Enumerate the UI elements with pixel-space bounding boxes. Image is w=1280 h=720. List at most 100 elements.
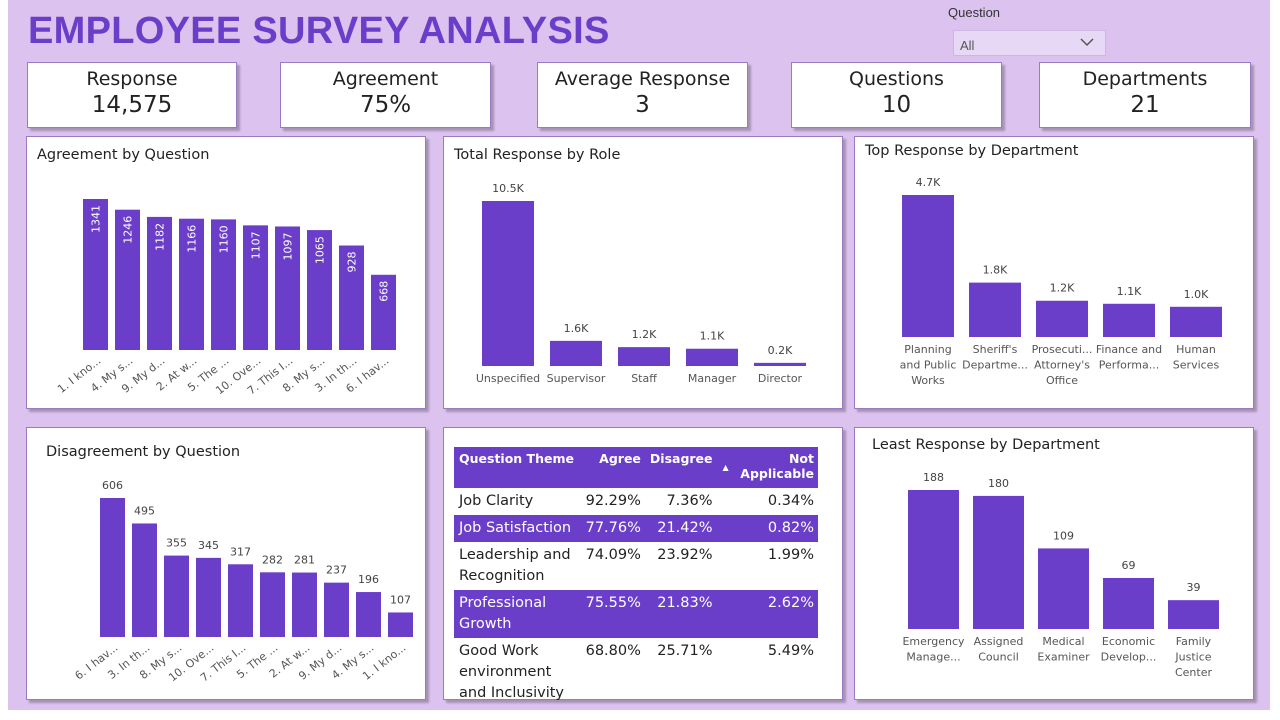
chevron-down-icon[interactable] bbox=[1079, 35, 1095, 52]
least-response-by-department-card: Least Response by Department 188 Emergenc… bbox=[854, 427, 1254, 700]
cell-disagree: 25.71% bbox=[657, 643, 713, 659]
cell-theme: Leadership and Recognition bbox=[459, 547, 571, 584]
bar-role[interactable] bbox=[618, 347, 670, 366]
category-label: Assigned Council bbox=[974, 635, 1024, 664]
data-label: 69 bbox=[1122, 559, 1136, 572]
kpi-label: Agreement bbox=[332, 68, 439, 90]
bar-disagree[interactable] bbox=[324, 582, 349, 637]
data-label: 0.2K bbox=[768, 344, 793, 357]
disagreement-by-question-chart: 6066. I hav...4953. In th...3558. My s..… bbox=[72, 479, 413, 684]
kpi-label: Questions bbox=[849, 68, 944, 90]
bar-role[interactable] bbox=[550, 340, 602, 366]
cell-theme: Good Work environment and Inclusivity bbox=[459, 643, 565, 701]
data-label: 1160 bbox=[218, 225, 231, 253]
table-row[interactable]: Job Satisfaction 77.76% 21.42% 0.82% bbox=[454, 515, 818, 542]
chart-title: Top Response by Department bbox=[865, 143, 1079, 159]
kpi-card-questions: Questions 10 bbox=[791, 62, 1002, 128]
data-label: 355 bbox=[166, 537, 187, 550]
data-label: 1246 bbox=[122, 216, 135, 244]
data-label: 928 bbox=[346, 252, 359, 273]
bar-leastdept[interactable] bbox=[1103, 577, 1154, 629]
bar-topdept[interactable] bbox=[1170, 306, 1222, 337]
kpi-card-departments: Departments 21 bbox=[1039, 62, 1251, 128]
column-header-not-applicable[interactable]: Not Applicable ▲ bbox=[716, 447, 818, 488]
bar-disagree[interactable] bbox=[228, 564, 253, 637]
data-label: 1.0K bbox=[1184, 288, 1209, 301]
cell-theme: Professional Growth bbox=[454, 590, 581, 638]
data-label: 1065 bbox=[314, 236, 327, 264]
bar-disagree[interactable] bbox=[196, 557, 221, 637]
cell-not-applicable: 5.49% bbox=[767, 643, 814, 659]
data-label: 1.8K bbox=[983, 264, 1008, 277]
cell-disagree: 21.83% bbox=[644, 590, 717, 638]
data-label: 10.5K bbox=[492, 182, 524, 195]
bar-topdept[interactable] bbox=[969, 282, 1021, 337]
question-slicer-dropdown[interactable]: All bbox=[953, 30, 1106, 56]
kpi-label: Departments bbox=[1082, 68, 1208, 90]
kpi-card-average-response: Average Response 3 bbox=[537, 62, 748, 128]
data-label: 1.2K bbox=[1050, 282, 1075, 295]
agreement-by-question-card: Agreement by Question 1341 1. I kno... 124… bbox=[26, 136, 426, 409]
column-header-question-theme[interactable]: Question Theme bbox=[454, 447, 581, 488]
table-row[interactable]: Job Clarity 92.29% 7.36% 0.34% bbox=[454, 488, 818, 515]
bar-disagree[interactable] bbox=[132, 523, 157, 637]
data-label: 345 bbox=[198, 539, 219, 552]
kpi-value: 14,575 bbox=[91, 92, 173, 118]
question-theme-table: Question Theme Agree Disagree Not Applic… bbox=[454, 447, 818, 707]
cell-disagree: 7.36% bbox=[666, 493, 713, 509]
bar-role[interactable] bbox=[754, 362, 806, 366]
data-label: 1097 bbox=[282, 232, 295, 260]
category-label: Staff bbox=[631, 372, 657, 385]
data-label: 1166 bbox=[186, 225, 199, 253]
bar-leastdept[interactable] bbox=[1168, 600, 1219, 629]
data-label: 1.6K bbox=[564, 322, 589, 335]
category-label: Supervisor bbox=[547, 372, 606, 385]
bar-role[interactable] bbox=[482, 201, 534, 366]
cell-agree: 74.09% bbox=[585, 547, 641, 563]
cell-agree: 92.29% bbox=[585, 493, 641, 509]
data-label: 180 bbox=[988, 477, 1009, 490]
category-label: Sheriff's Departme... bbox=[962, 343, 1028, 372]
table-row[interactable]: Good Work environment and Inclusivity 68… bbox=[454, 638, 818, 707]
question-slicer-label: Question bbox=[948, 5, 1001, 20]
category-label: Medical Examiner bbox=[1037, 635, 1090, 664]
category-label: Family Justice Center bbox=[1174, 635, 1212, 679]
bar-disagree[interactable] bbox=[356, 592, 381, 637]
bar-leastdept[interactable] bbox=[908, 490, 959, 629]
data-label: 282 bbox=[262, 553, 283, 566]
data-label: 1107 bbox=[250, 231, 263, 259]
question-slicer-value: All bbox=[960, 38, 975, 53]
category-label: Prosecuti... Attorney's Office bbox=[1032, 343, 1093, 387]
column-header-disagree[interactable]: Disagree bbox=[644, 447, 717, 488]
bar-leastdept[interactable] bbox=[973, 495, 1024, 629]
bar-role[interactable] bbox=[686, 348, 738, 366]
cell-not-applicable: 2.62% bbox=[716, 590, 818, 638]
data-label: 1341 bbox=[90, 205, 103, 233]
column-header-agree[interactable]: Agree bbox=[580, 447, 645, 488]
category-label: Manager bbox=[688, 372, 737, 385]
question-theme-table-card: Question Theme Agree Disagree Not Applic… bbox=[443, 427, 843, 701]
kpi-value: 3 bbox=[635, 92, 650, 118]
bar-disagree[interactable] bbox=[388, 612, 413, 637]
bar-disagree[interactable] bbox=[260, 572, 285, 637]
kpi-card-agreement: Agreement 75% bbox=[280, 62, 491, 128]
bar-topdept[interactable] bbox=[1036, 300, 1088, 337]
bar-disagree[interactable] bbox=[100, 498, 125, 637]
kpi-value: 10 bbox=[881, 92, 912, 118]
data-label: 107 bbox=[390, 593, 411, 606]
cell-disagree: 21.42% bbox=[644, 515, 717, 542]
table-row[interactable]: Professional Growth 75.55% 21.83% 2.62% bbox=[454, 590, 818, 638]
bar-disagree[interactable] bbox=[292, 572, 317, 637]
data-label: 495 bbox=[134, 504, 155, 517]
category-label: Human Services bbox=[1173, 343, 1220, 372]
table-row[interactable]: Leadership and Recognition 74.09% 23.92%… bbox=[454, 542, 818, 590]
bar-topdept[interactable] bbox=[1103, 303, 1155, 337]
bar-leastdept[interactable] bbox=[1038, 548, 1089, 629]
dashboard-canvas: EMPLOYEE SURVEY ANALYSIS Question All Re… bbox=[8, 0, 1270, 710]
cell-agree: 75.55% bbox=[580, 590, 645, 638]
cell-disagree: 23.92% bbox=[657, 547, 713, 563]
bar-disagree[interactable] bbox=[164, 555, 189, 637]
bar-topdept[interactable] bbox=[902, 195, 954, 337]
kpi-card-response: Response 14,575 bbox=[27, 62, 237, 128]
kpi-value: 21 bbox=[1130, 92, 1160, 118]
